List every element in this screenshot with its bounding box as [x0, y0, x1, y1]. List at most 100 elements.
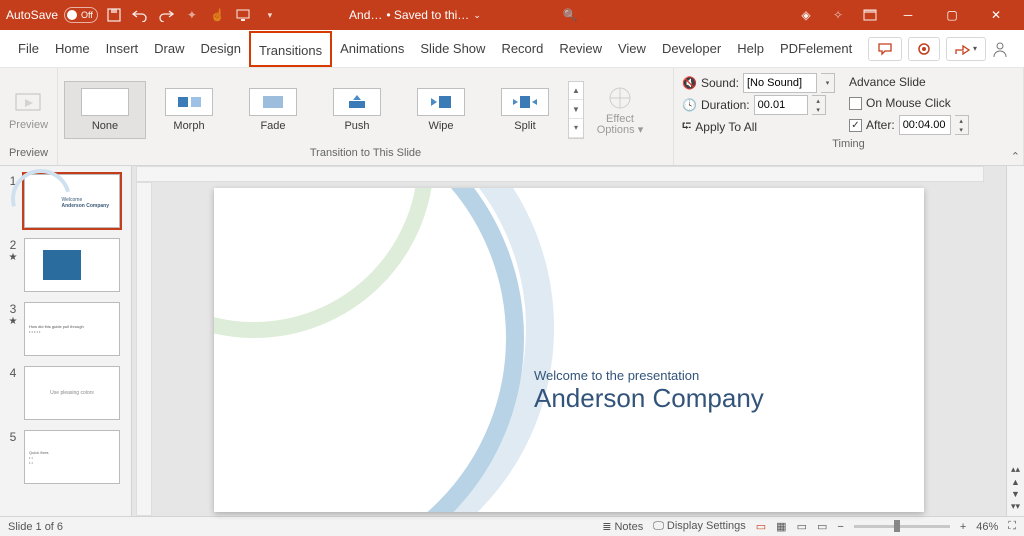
undo-icon[interactable] — [130, 5, 150, 25]
save-status-text: • Saved to thi… — [386, 8, 469, 22]
none-icon — [81, 88, 129, 116]
tab-file[interactable]: File — [10, 31, 47, 67]
normal-view-icon[interactable]: ▭ — [756, 520, 766, 533]
on-mouse-click-checkbox[interactable] — [849, 97, 862, 110]
nav-down-icon[interactable]: ▼ — [1011, 489, 1020, 499]
tab-developer[interactable]: Developer — [654, 31, 729, 67]
transition-none[interactable]: None — [64, 81, 146, 139]
thumbnail-2[interactable] — [24, 238, 120, 292]
touch-mode-icon[interactable]: ☝ — [208, 5, 228, 25]
transition-push[interactable]: Push — [316, 81, 398, 139]
tab-help[interactable]: Help — [729, 31, 772, 67]
slideshow-view-icon[interactable]: ▭ — [817, 520, 827, 533]
tab-design[interactable]: Design — [193, 31, 249, 67]
after-spinner[interactable]: ▴▾ — [955, 115, 969, 135]
vertical-scrollbar[interactable]: ▴▴ ▲ ▼ ▾▾ — [1006, 166, 1024, 516]
sparkle-icon[interactable]: ✧ — [822, 5, 854, 25]
zoom-in-button[interactable]: + — [960, 521, 966, 533]
minimize-button[interactable]: ─ — [886, 0, 930, 30]
group-transition-label: Transition to This Slide — [64, 147, 667, 163]
autosave-toggle[interactable]: Off — [64, 7, 98, 23]
reading-view-icon[interactable]: ▭ — [797, 520, 807, 533]
tab-animations[interactable]: Animations — [332, 31, 412, 67]
start-from-beginning-icon[interactable] — [234, 5, 254, 25]
display-settings-button[interactable]: 🖵 Display Settings — [653, 520, 746, 533]
none-label: None — [92, 120, 118, 132]
status-bar: Slide 1 of 6 ≣ Notes 🖵 Display Settings … — [0, 516, 1024, 536]
thumbnail-1[interactable]: WelcomeAnderson Company — [24, 174, 120, 228]
transition-gallery-scroll[interactable]: ▲▼▾ — [568, 81, 584, 139]
preview-icon — [13, 89, 45, 117]
thumbnail-5[interactable]: Quick fixes• •• • — [24, 430, 120, 484]
fade-label: Fade — [260, 120, 285, 132]
slide-subtitle: Welcome to the presentation — [534, 368, 764, 383]
tab-transitions[interactable]: Transitions — [249, 31, 332, 67]
duration-input[interactable] — [754, 95, 808, 115]
ribbon-display-icon[interactable] — [854, 5, 886, 25]
transition-morph[interactable]: Morph — [148, 81, 230, 139]
save-icon[interactable] — [104, 5, 124, 25]
comments-button[interactable] — [868, 37, 902, 61]
sorter-view-icon[interactable]: ▦ — [776, 520, 786, 533]
sound-select[interactable] — [743, 73, 817, 93]
duration-spinner[interactable]: ▴▾ — [812, 95, 826, 115]
nav-down-double-icon[interactable]: ▾▾ — [1011, 501, 1020, 512]
gallery-down-icon[interactable]: ▼ — [569, 100, 583, 119]
gallery-more-icon[interactable]: ▾ — [569, 119, 583, 138]
title-dropdown-icon[interactable]: ⌄ — [473, 10, 481, 21]
quick-edit-icon[interactable]: ✦ — [182, 5, 202, 25]
maximize-button[interactable]: ▢ — [930, 0, 974, 30]
apply-to-all-button[interactable]: ⮓Apply To All — [682, 116, 835, 138]
work-area: 1WelcomeAnderson Company 2★ 3★How did th… — [0, 166, 1024, 516]
sound-dropdown-icon[interactable]: ▾ — [821, 73, 835, 93]
after-checkbox[interactable]: ✓ — [849, 119, 862, 132]
zoom-knob-icon — [894, 520, 900, 532]
account-icon[interactable] — [986, 40, 1014, 58]
nav-up-double-icon[interactable]: ▴▴ — [1011, 464, 1020, 475]
nav-up-icon[interactable]: ▲ — [1011, 477, 1020, 487]
transition-fade[interactable]: Fade — [232, 81, 314, 139]
group-preview-label: Preview — [6, 147, 51, 163]
tab-pdfelement[interactable]: PDFelement — [772, 31, 860, 67]
slide-1[interactable]: Welcome to the presentation Anderson Com… — [214, 188, 924, 512]
transition-wipe[interactable]: Wipe — [400, 81, 482, 139]
thumbnail-panel: 1WelcomeAnderson Company 2★ 3★How did th… — [0, 166, 132, 516]
zoom-out-button[interactable]: − — [837, 521, 843, 533]
document-title: And… • Saved to thi… ⌄ — [280, 8, 550, 22]
notes-button[interactable]: ≣ Notes — [602, 520, 643, 533]
push-icon — [333, 88, 381, 116]
tab-view[interactable]: View — [610, 31, 654, 67]
qat-more-icon[interactable]: ▾ — [260, 5, 280, 25]
zoom-slider[interactable] — [854, 525, 950, 528]
apply-all-icon: ⮓ — [682, 117, 691, 138]
tab-review[interactable]: Review — [551, 31, 610, 67]
zoom-level[interactable]: 46% — [976, 521, 998, 533]
collapse-ribbon-icon[interactable]: ⌃ — [1011, 150, 1020, 163]
gallery-up-icon[interactable]: ▲ — [569, 82, 583, 101]
share-button[interactable]: ▾ — [946, 37, 986, 61]
effect-options-button[interactable]: EffectOptions ▾ — [592, 84, 648, 136]
thumb-num-3: 3★ — [6, 302, 20, 356]
tab-home[interactable]: Home — [47, 31, 98, 67]
record-button[interactable] — [908, 37, 940, 61]
transition-split[interactable]: Split — [484, 81, 566, 139]
fade-icon — [249, 88, 297, 116]
close-button[interactable]: ✕ — [974, 0, 1018, 30]
thumbnail-4[interactable]: Use pleasing colors — [24, 366, 120, 420]
title-bar: AutoSave Off ✦ ☝ ▾ And… • Saved to thi… … — [0, 0, 1024, 30]
tab-draw[interactable]: Draw — [146, 31, 192, 67]
premium-icon[interactable]: ◈ — [790, 5, 822, 25]
tab-insert[interactable]: Insert — [98, 31, 147, 67]
preview-button[interactable]: Preview — [6, 89, 51, 131]
tab-record[interactable]: Record — [493, 31, 551, 67]
redo-icon[interactable] — [156, 5, 176, 25]
thumbnail-3[interactable]: How did this guide pull through• • • • • — [24, 302, 120, 356]
tab-slideshow[interactable]: Slide Show — [412, 31, 493, 67]
autosave-label: AutoSave — [6, 8, 58, 22]
fit-to-window-icon[interactable]: ⛶ — [1008, 520, 1016, 533]
slide-canvas: Welcome to the presentation Anderson Com… — [132, 166, 1006, 516]
slide-title: Anderson Company — [534, 383, 764, 414]
after-input[interactable] — [899, 115, 951, 135]
search-icon[interactable]: 🔍 — [550, 5, 590, 25]
horizontal-ruler — [136, 166, 984, 182]
